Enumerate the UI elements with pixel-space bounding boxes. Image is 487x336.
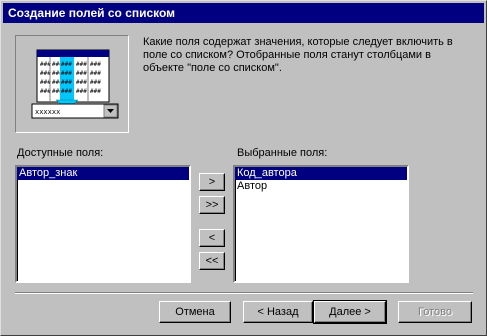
svg-text:###: ### [61,79,72,86]
svg-text:###: ### [61,70,72,77]
svg-text:###: ### [76,70,87,77]
remove-all-fields-button[interactable]: << [199,252,225,270]
combo-wizard-icon: ### ### ### ### ### ### ### ### ### ### ### ### #… [31,49,119,119]
combo-sample-text: xxxxxx [35,108,60,116]
available-fields-label: Доступные поля: [17,147,104,159]
svg-text:###: ### [90,61,101,68]
svg-text:###: ### [76,61,87,68]
svg-text:###: ### [90,79,101,86]
back-button[interactable]: < Назад [243,301,313,323]
add-all-fields-button[interactable]: >> [199,196,225,214]
remove-field-button[interactable]: < [199,229,225,247]
next-button[interactable]: Далее > [313,300,387,324]
cancel-button[interactable]: Отмена [159,301,231,323]
svg-text:###: ### [76,79,87,86]
add-field-button[interactable]: > [199,173,225,191]
wizard-window: Создание полей со списком ### ### ### ### #… [0,0,487,336]
footer-separator [15,292,473,294]
list-item[interactable]: Код_автора [235,167,407,180]
selected-fields-label: Выбранные поля: [237,147,328,159]
wizard-description: Какие поля содержат значения, которые сл… [143,36,453,74]
title-bar[interactable]: Создание полей со списком [3,3,484,23]
finish-button[interactable]: Готово [398,301,472,323]
list-item[interactable]: Автор_знак [17,167,189,180]
window-title: Создание полей со списком [8,6,176,20]
svg-text:###: ### [90,70,101,77]
svg-text:###: ### [76,88,87,95]
svg-text:###: ### [61,88,72,95]
wizard-illustration: ### ### ### ### ### ### ### ### ### ### ### ### #… [15,35,129,133]
available-fields-list[interactable]: Автор_знак [15,165,191,283]
svg-text:###: ### [90,88,101,95]
selected-fields-list[interactable]: Код_автора Автор [233,165,409,283]
list-item[interactable]: Автор [235,180,407,193]
svg-text:###: ### [61,61,72,68]
